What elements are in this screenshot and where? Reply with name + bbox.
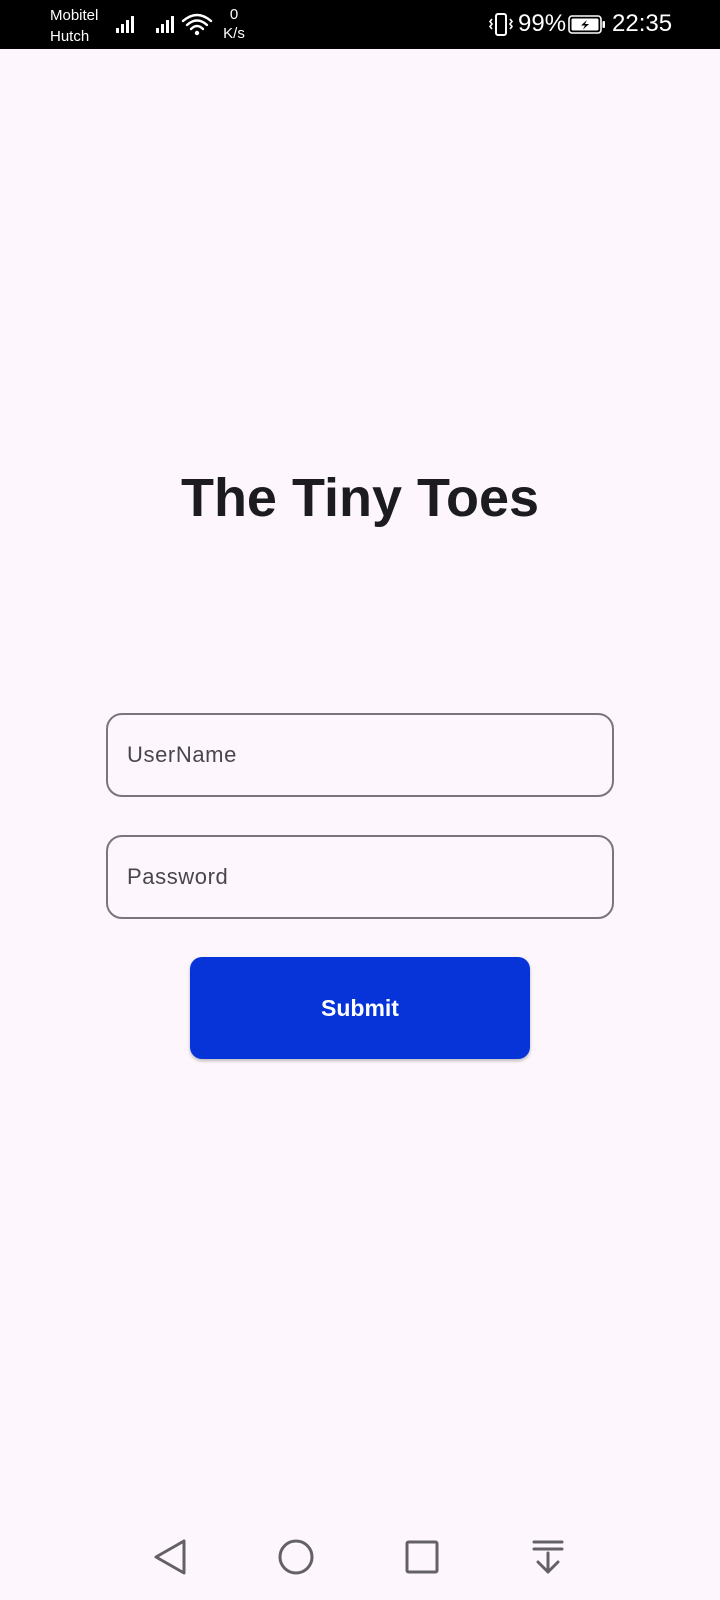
carrier-1: Mobitel: [50, 7, 99, 24]
home-icon[interactable]: [272, 1533, 320, 1581]
back-icon[interactable]: [146, 1533, 194, 1581]
app-title: The Tiny Toes: [180, 468, 540, 528]
network-speed-unit: K/s: [223, 25, 245, 42]
status-bar: Mobitel Hutch 0 K/s 99% 22:35: [0, 0, 720, 49]
carrier-names: Mobitel Hutch: [50, 5, 98, 47]
battery-charging-icon: [568, 15, 606, 34]
recents-icon[interactable]: [398, 1533, 446, 1581]
password-input[interactable]: [106, 835, 614, 919]
username-input[interactable]: [106, 713, 614, 797]
wifi-icon: [181, 12, 213, 36]
network-speed-value: 0: [229, 6, 239, 23]
vibrate-icon: [488, 12, 514, 37]
clock: 22:35: [612, 10, 673, 37]
submit-button[interactable]: Submit: [190, 957, 530, 1059]
signal-icon: [116, 13, 138, 33]
carrier-2: Hutch: [50, 28, 90, 45]
network-speed: 0 K/s: [222, 5, 246, 43]
navigation-bar: [0, 1512, 720, 1600]
notification-drawer-icon[interactable]: [524, 1533, 572, 1581]
battery-percent: 99%: [518, 10, 567, 37]
signal-icon: [156, 13, 178, 33]
